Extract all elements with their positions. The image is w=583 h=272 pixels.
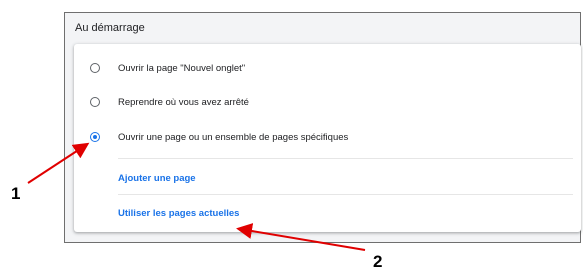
callout-number-2: 2 xyxy=(373,252,383,271)
callout-number-1: 1 xyxy=(11,184,21,203)
annotation-arrows xyxy=(27,142,366,251)
arrow-2 xyxy=(236,223,366,251)
arrow-1 xyxy=(27,142,90,184)
